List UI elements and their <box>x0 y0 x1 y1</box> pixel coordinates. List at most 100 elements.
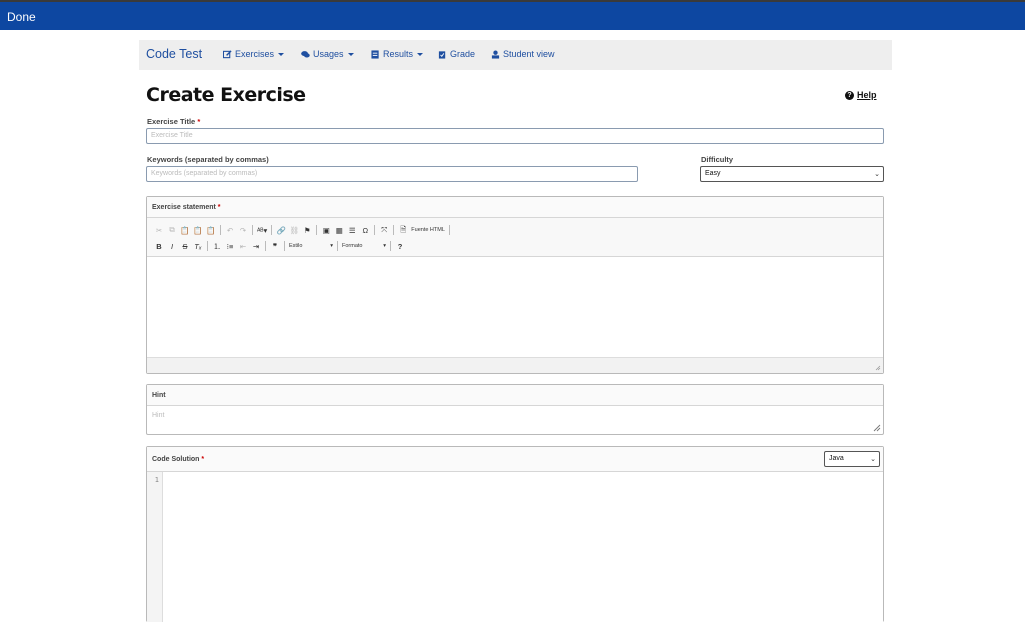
hint-header: Hint <box>147 385 883 406</box>
paste-text-icon[interactable]: 📋 <box>193 225 203 235</box>
outdent-icon[interactable]: ⇤ <box>238 241 248 251</box>
help-link[interactable]: ? Help <box>845 90 877 100</box>
blockquote-icon[interactable]: ❞ <box>270 241 280 251</box>
help-label: Help <box>857 90 877 100</box>
required-mark: * <box>201 456 205 463</box>
bold-icon[interactable]: B <box>154 241 164 251</box>
rich-editor-toolbar: ✂ ⧉ 📋 📋 📋 ↶ ↷ ᴬᴮ▾ 🔗 ⛓ ⚑ ▣ ▦ ☰ Ω ⤧ 🗎 Fuen… <box>147 218 883 257</box>
paste-icon[interactable]: 📋 <box>180 225 190 235</box>
resize-grip-icon[interactable] <box>873 424 881 432</box>
editor-help-button[interactable]: ? <box>395 241 405 251</box>
paste-word-icon[interactable]: 📋 <box>206 225 216 235</box>
keywords-placeholder: Keywords (separated by commas) <box>151 170 258 177</box>
toolbar-separator <box>207 241 208 251</box>
italic-icon[interactable]: I <box>167 241 177 251</box>
nav-grade-label: Grade <box>450 49 476 59</box>
required-mark: * <box>217 204 221 211</box>
source-html-icon[interactable]: 🗎 <box>398 225 408 235</box>
chevron-down-icon: ⌄ <box>870 456 876 463</box>
toolbar-separator <box>284 241 285 251</box>
app-top-bar: Done <box>0 0 1025 30</box>
toolbar-separator <box>271 225 273 235</box>
special-char-icon[interactable]: Ω <box>360 225 370 235</box>
maximize-icon[interactable]: ⤧ <box>379 225 389 235</box>
table-icon[interactable]: ▦ <box>334 225 344 235</box>
keywords-input[interactable]: Keywords (separated by commas) <box>146 166 638 182</box>
editor-status-bar <box>147 357 883 373</box>
clipboard-icon <box>438 50 446 59</box>
page-title: Create Exercise <box>146 84 306 106</box>
caret-down-icon <box>417 52 424 56</box>
keywords-label: Keywords (separated by commas) <box>147 155 269 164</box>
bulleted-list-icon[interactable]: ⁝≡ <box>225 241 235 251</box>
horizontal-rule-icon[interactable]: ☰ <box>347 225 357 235</box>
hint-panel: Hint Hint <box>146 384 884 435</box>
toolbar-separator <box>390 241 391 251</box>
code-solution-panel: Code Solution * Java ⌄ 1 <box>146 446 884 622</box>
line-number: 1 <box>154 476 159 484</box>
image-icon[interactable]: ▣ <box>321 225 331 235</box>
nav-student-view-label: Student view <box>503 49 555 59</box>
nav-grade[interactable]: Grade <box>438 49 475 59</box>
results-icon <box>371 49 379 59</box>
hint-textarea[interactable]: Hint <box>147 406 883 434</box>
spellcheck-icon[interactable]: ᴬᴮ▾ <box>257 225 267 235</box>
toolbar-separator <box>374 225 376 235</box>
indent-icon[interactable]: ⇥ <box>251 241 261 251</box>
nav-results[interactable]: Results <box>371 49 424 59</box>
copy-icon[interactable]: ⧉ <box>167 225 177 235</box>
exercise-title-input[interactable]: Exercise Title <box>146 128 884 144</box>
code-solution-label: Code Solution <box>152 456 200 463</box>
source-html-button[interactable]: Fuente HTML <box>411 227 445 233</box>
chevron-down-icon: ⌄ <box>874 171 880 178</box>
hint-placeholder: Hint <box>152 412 165 419</box>
strikethrough-icon[interactable]: S <box>180 241 190 251</box>
nav-student-view[interactable]: Student view <box>491 49 555 59</box>
undo-icon[interactable]: ↶ <box>225 225 235 235</box>
toolbar-separator <box>448 225 450 235</box>
numbered-list-icon[interactable]: ⒈ <box>212 241 222 251</box>
nav-usages[interactable]: Usages <box>301 49 354 59</box>
exercise-title-label-text: Exercise Title <box>147 117 196 126</box>
exercise-title-placeholder: Exercise Title <box>151 132 193 139</box>
required-mark: * <box>197 117 201 126</box>
exercise-statement-panel: Exercise statement * ✂ ⧉ 📋 📋 📋 ↶ ↷ ᴬᴮ▾ 🔗… <box>146 196 884 374</box>
nav-usages-label: Usages <box>313 49 344 59</box>
redo-icon[interactable]: ↷ <box>238 225 248 235</box>
question-circle-icon: ? <box>845 90 854 100</box>
exercise-title-label: Exercise Title * <box>147 117 200 126</box>
resize-grip-icon[interactable] <box>875 365 881 371</box>
edit-icon <box>223 49 232 58</box>
toolbar-separator <box>265 241 266 251</box>
done-button[interactable]: Done <box>7 10 36 24</box>
format-combo[interactable]: Formato ▾ <box>342 243 386 249</box>
code-editor-area[interactable] <box>163 472 883 622</box>
difficulty-label: Difficulty <box>701 155 734 164</box>
language-select[interactable]: Java ⌄ <box>824 451 880 467</box>
difficulty-value: Easy <box>705 170 721 177</box>
exercise-statement-header: Exercise statement * <box>147 197 883 218</box>
statement-editor-area[interactable] <box>147 257 883 357</box>
anchor-flag-icon[interactable]: ⚑ <box>302 225 312 235</box>
nav-exercises[interactable]: Exercises <box>223 49 285 59</box>
caret-down-icon: ▾ <box>383 243 386 249</box>
toolbar-separator <box>393 225 395 235</box>
difficulty-select[interactable]: Easy ⌄ <box>700 166 884 182</box>
user-icon <box>491 50 500 59</box>
caret-down-icon <box>278 52 285 56</box>
brand-link[interactable]: Code Test <box>146 47 202 61</box>
exercise-statement-label: Exercise statement <box>152 204 216 211</box>
link-icon[interactable]: 🔗 <box>276 225 286 235</box>
remove-format-icon[interactable]: Tₓ <box>193 241 203 251</box>
language-value: Java <box>829 455 844 462</box>
style-combo-label: Estilo <box>289 243 303 249</box>
caret-down-icon: ▾ <box>330 243 333 249</box>
format-combo-label: Formato <box>342 243 363 249</box>
unlink-icon[interactable]: ⛓ <box>289 225 300 235</box>
style-combo[interactable]: Estilo ▾ <box>289 243 333 249</box>
comments-icon <box>301 50 310 58</box>
nav-results-label: Results <box>383 49 414 59</box>
toolbar-separator <box>220 225 221 235</box>
course-navbar: Code Test Exercises Usages Results Grade… <box>139 40 892 70</box>
cut-icon[interactable]: ✂ <box>154 225 164 235</box>
